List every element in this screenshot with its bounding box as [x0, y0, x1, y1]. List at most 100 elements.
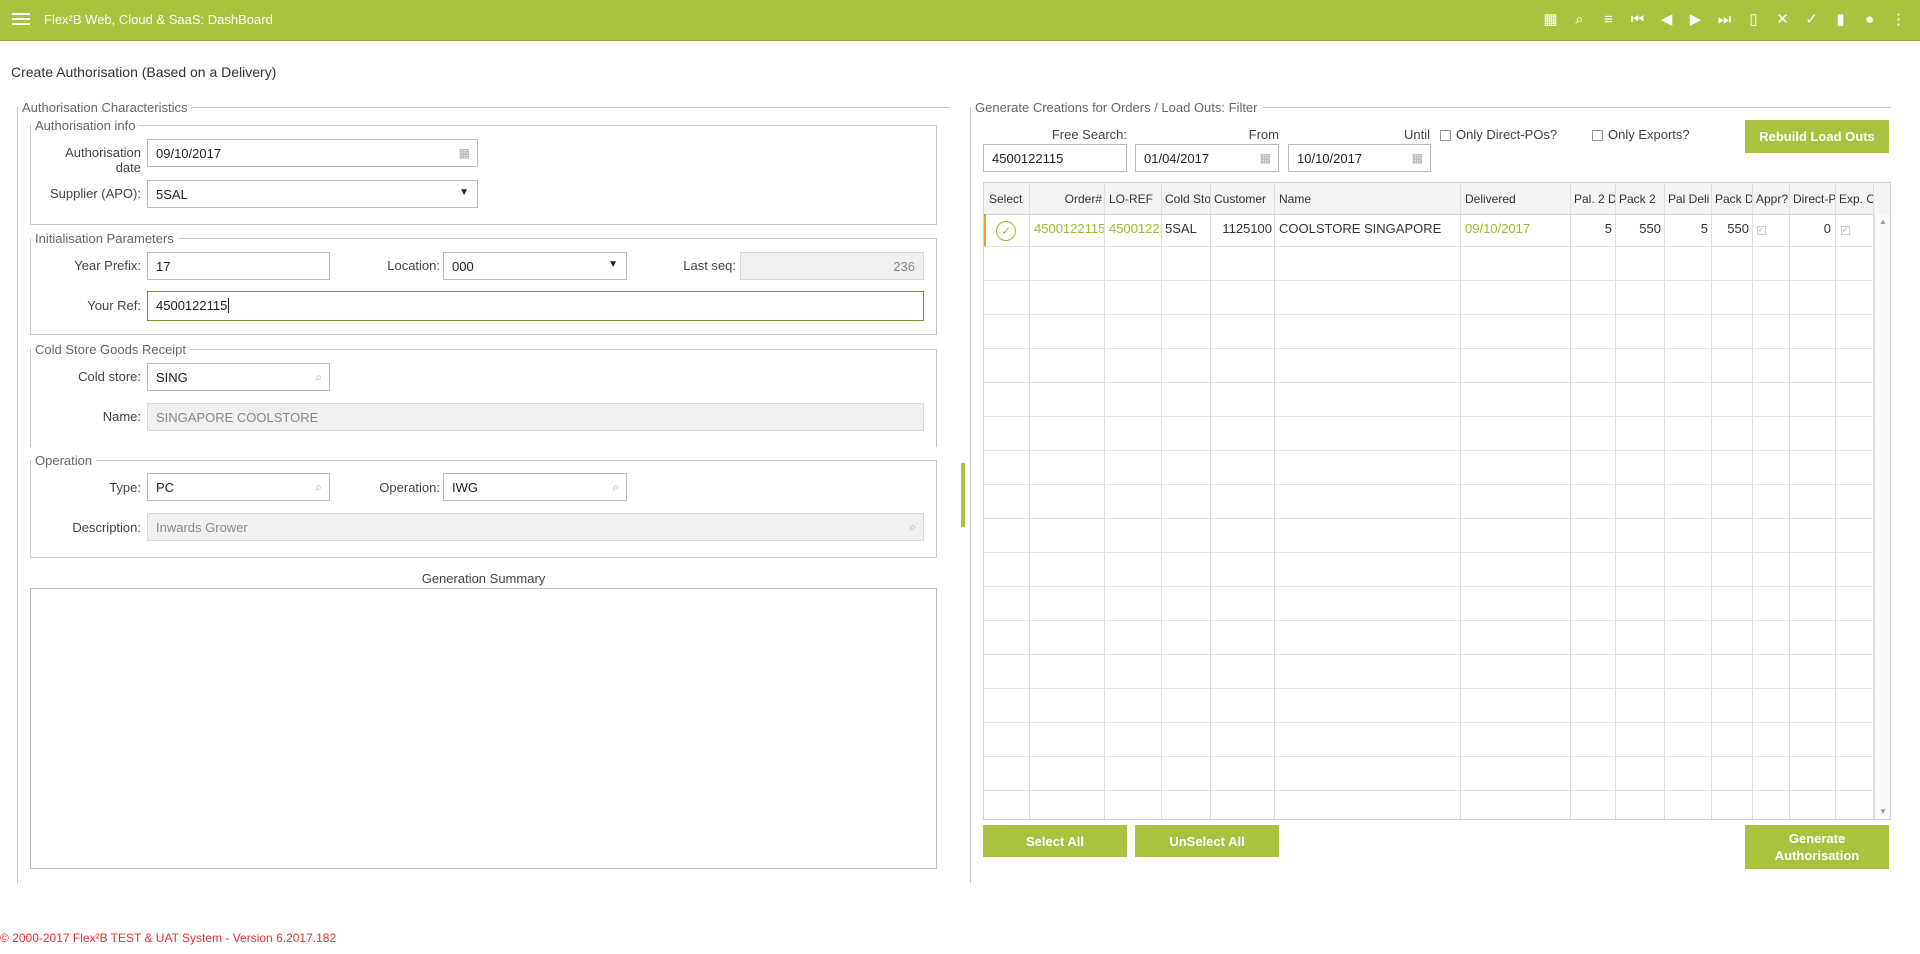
user-icon[interactable]: ● — [1860, 8, 1879, 30]
authorisation-info-fieldset: Authorisation info — [30, 118, 937, 225]
grid-column — [1211, 183, 1275, 819]
only-exports-checkbox[interactable]: Only Exports? — [1592, 127, 1690, 142]
header-pal-2-d[interactable]: Pal. 2 D — [1574, 192, 1615, 206]
cancel-icon[interactable]: ✕ — [1773, 8, 1792, 30]
next-record-icon[interactable]: ▶ — [1686, 8, 1705, 30]
hamburger-menu-icon[interactable] — [12, 10, 30, 28]
only-direct-pos-checkbox[interactable]: Only Direct-POs? — [1440, 127, 1557, 142]
free-search-input[interactable]: 4500122115 — [983, 144, 1127, 172]
search-icon[interactable]: ⌕ — [1570, 8, 1589, 30]
header-customer[interactable]: Customer — [1214, 192, 1274, 206]
header-select[interactable]: Select — [989, 192, 1029, 206]
header-pack-de[interactable]: Pack De — [1715, 192, 1752, 206]
search-icon[interactable]: ⌕ — [315, 370, 322, 385]
grid-column — [1836, 183, 1874, 819]
search-icon[interactable]: ⌕ — [612, 480, 619, 495]
type-input[interactable]: PC ⌕ — [147, 473, 330, 501]
location-label: Location: — [387, 258, 440, 273]
delete-icon[interactable]: ▮ — [1831, 8, 1850, 30]
calendar-icon[interactable]: ▦ — [459, 146, 470, 160]
cell-pal-2-d: 5 — [1604, 221, 1612, 236]
supplier-select[interactable]: 5SAL ▼ — [147, 180, 478, 208]
scroll-down-icon[interactable]: ▼ — [1879, 807, 1887, 816]
description-label: Description: — [72, 520, 141, 535]
cold-store-goods-receipt-legend: Cold Store Goods Receipt — [35, 342, 187, 357]
grid-column — [1665, 183, 1712, 819]
operation-input[interactable]: IWG ⌕ — [443, 473, 627, 501]
row-divider — [984, 790, 1874, 791]
header-name[interactable]: Name — [1279, 192, 1459, 206]
previous-record-icon[interactable]: ◀ — [1657, 8, 1676, 30]
new-document-icon[interactable]: ▯ — [1744, 8, 1763, 30]
checkbox-box[interactable] — [1440, 130, 1451, 142]
operation-legend: Operation — [35, 453, 93, 468]
generation-summary-textarea[interactable] — [30, 588, 937, 869]
row-divider — [984, 314, 1874, 315]
header-direct-po[interactable]: Direct-P — [1793, 192, 1835, 206]
grid-column — [1275, 183, 1461, 819]
checkbox-box[interactable] — [1592, 130, 1603, 142]
until-date-input[interactable]: 10/10/2017 ▦ — [1288, 144, 1431, 172]
list-icon[interactable]: ≡ — [1599, 8, 1618, 30]
description-input: Inwards Grower ⌕ — [147, 513, 924, 541]
year-prefix-label: Year Prefix: — [74, 258, 141, 273]
header-lo-ref[interactable]: LO-REF — [1109, 192, 1161, 206]
text-cursor — [228, 298, 230, 313]
year-prefix-input[interactable]: 17 — [147, 252, 330, 280]
chevron-down-icon: ▼ — [459, 187, 469, 198]
cell-order[interactable]: 4500122115 — [1034, 221, 1104, 236]
filter-legend: Generate Creations for Orders / Load Out… — [975, 100, 1258, 115]
header-appr[interactable]: Appr? — [1756, 192, 1790, 206]
last-record-icon[interactable]: ⏭ — [1715, 8, 1734, 30]
header-delivered[interactable]: Delivered — [1465, 192, 1565, 206]
only-direct-pos-label: Only Direct-POs? — [1456, 127, 1558, 142]
cell-lo-ref[interactable]: 4500122115 — [1109, 221, 1161, 236]
more-icon[interactable]: ⋮ — [1889, 8, 1908, 30]
header-pack-2[interactable]: Pack 2 — [1619, 192, 1664, 206]
page-title: Create Authorisation (Based on a Deliver… — [11, 64, 277, 80]
row-divider — [984, 484, 1874, 485]
authorisation-date-input[interactable]: 09/10/2017 ▦ — [147, 139, 478, 167]
grid-column — [1461, 183, 1571, 819]
header-cold-store[interactable]: Cold Sto — [1165, 192, 1210, 206]
your-ref-label: Your Ref: — [87, 298, 141, 313]
calendar-icon[interactable]: ▦ — [1541, 8, 1560, 30]
calendar-icon[interactable]: ▦ — [1412, 151, 1423, 165]
cell-exp-checkbox[interactable]: ✓ — [1841, 226, 1850, 235]
supplier-value: 5SAL — [156, 187, 188, 202]
grid-column — [1162, 183, 1211, 819]
row-divider — [984, 280, 1874, 281]
first-record-icon[interactable]: ⏮ — [1628, 8, 1647, 30]
authorisation-info-legend: Authorisation info — [35, 118, 136, 133]
cell-appr-checkbox[interactable]: ✓ — [1757, 226, 1766, 235]
cold-store-input[interactable]: SING ⌕ — [147, 363, 330, 391]
calendar-icon[interactable]: ▦ — [1260, 151, 1271, 165]
search-icon[interactable]: ⌕ — [315, 480, 322, 495]
row-divider — [984, 756, 1874, 757]
location-select[interactable]: 000 ▼ — [443, 252, 627, 280]
splitter-handle[interactable] — [961, 463, 965, 527]
toolbar: ▦ ⌕ ≡ ⏮ ◀ ▶ ⏭ ▯ ✕ ✓ ▮ ● ⋮ — [1541, 8, 1908, 30]
row-divider — [984, 348, 1874, 349]
header-pal-deli[interactable]: Pal Deli — [1668, 192, 1711, 206]
confirm-icon[interactable]: ✓ — [1802, 8, 1821, 30]
authorisation-date-value: 09/10/2017 — [156, 146, 222, 161]
grid-column — [1571, 183, 1616, 819]
type-label: Type: — [109, 480, 141, 495]
cell-pack-de: 550 — [1727, 221, 1749, 236]
rebuild-load-outs-button[interactable]: Rebuild Load Outs — [1745, 120, 1889, 153]
unselect-all-button[interactable]: UnSelect All — [1135, 825, 1279, 857]
scroll-up-icon[interactable]: ▲ — [1879, 217, 1887, 226]
row-divider — [984, 518, 1874, 519]
your-ref-input[interactable]: 4500122115 — [147, 291, 924, 321]
select-all-button[interactable]: Select All — [983, 825, 1127, 857]
header-order[interactable]: Order# — [1030, 192, 1102, 206]
grid-scrollbar[interactable]: ▲ ▼ — [1874, 214, 1890, 819]
cell-delivered[interactable]: 09/10/2017 — [1465, 221, 1565, 236]
year-prefix-value: 17 — [156, 259, 171, 274]
generate-authorisation-button[interactable]: Generate Authorisation — [1745, 825, 1889, 869]
row-select-check-icon[interactable]: ✓ — [996, 221, 1016, 241]
header-exp-o[interactable]: Exp. O — [1839, 192, 1873, 206]
type-value: PC — [156, 480, 175, 495]
from-date-input[interactable]: 01/04/2017 ▦ — [1135, 144, 1279, 172]
